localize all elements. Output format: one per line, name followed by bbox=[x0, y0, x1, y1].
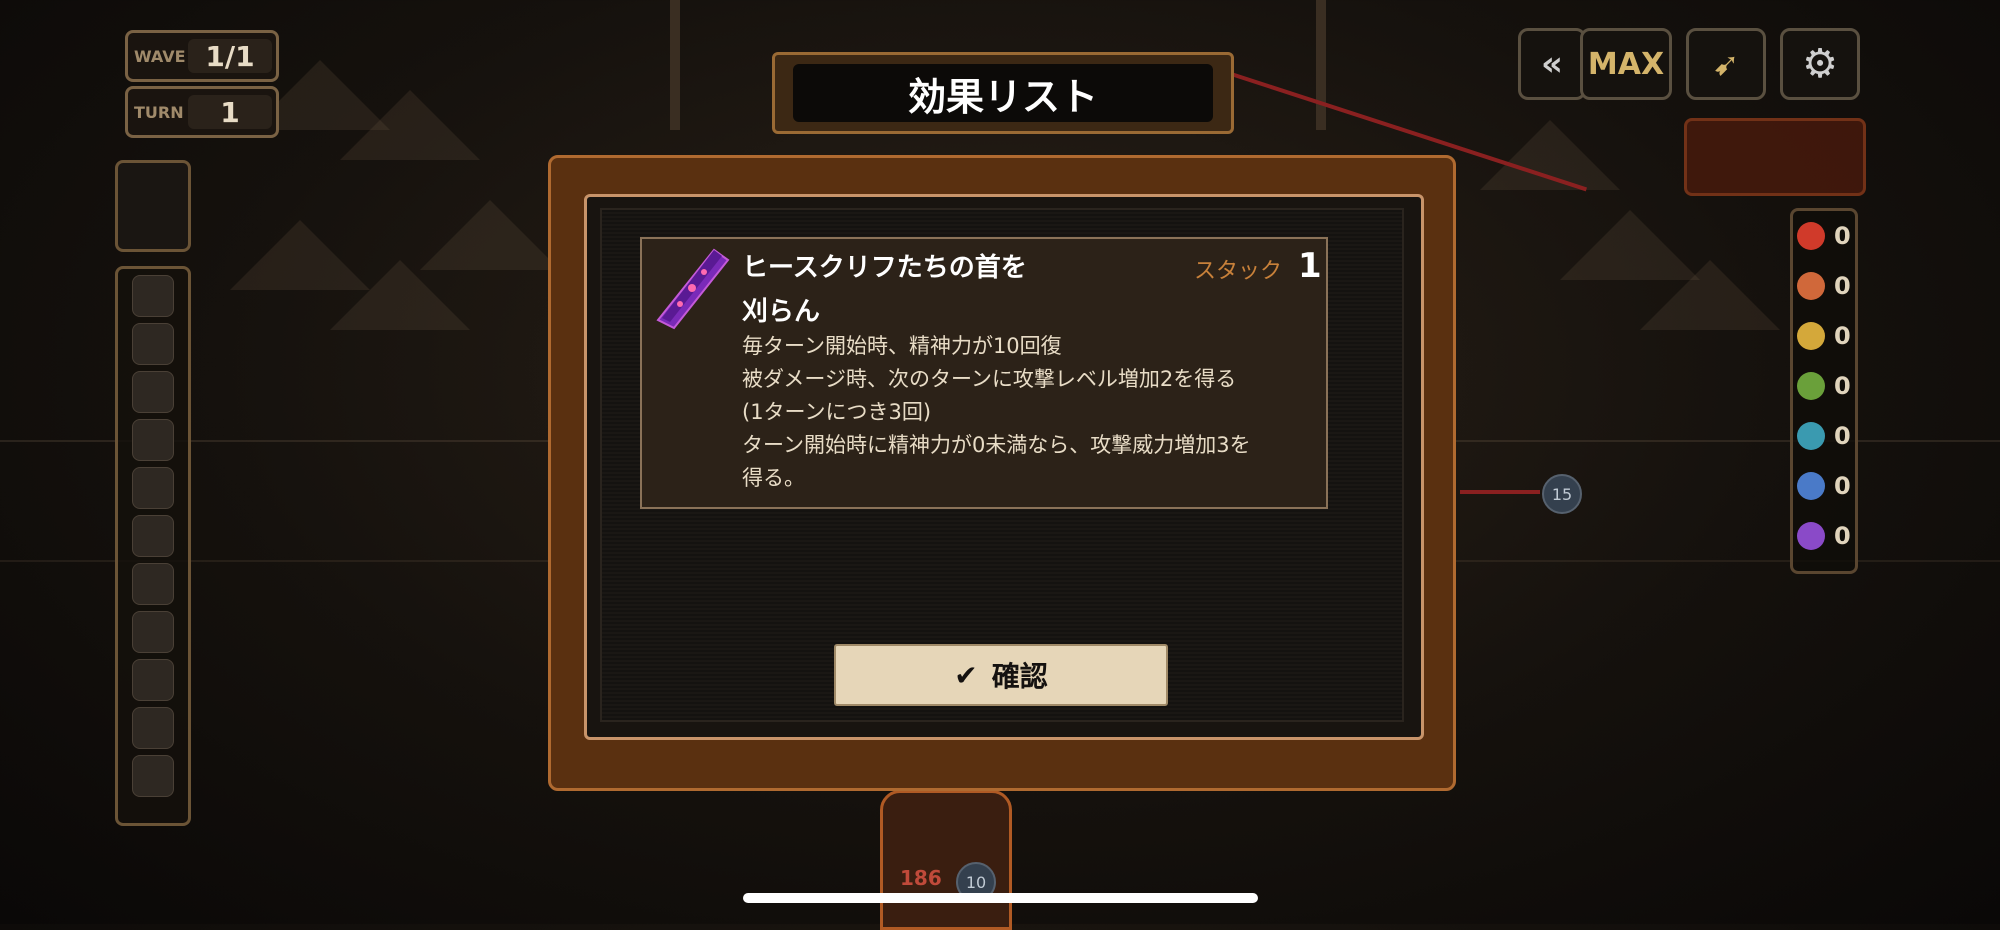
skill-icon[interactable] bbox=[132, 323, 174, 365]
resource-count: 0 bbox=[1833, 522, 1851, 550]
left-skill-rail bbox=[115, 266, 191, 826]
dialog-title: 効果リスト bbox=[793, 64, 1213, 122]
skill-icon[interactable] bbox=[132, 611, 174, 653]
home-indicator[interactable] bbox=[743, 893, 1258, 903]
leaf-icon bbox=[1797, 372, 1826, 400]
flower-icon bbox=[1797, 522, 1826, 550]
gear-icon: ⚙ bbox=[1802, 41, 1838, 87]
double-chevron-left-icon: « bbox=[1541, 44, 1563, 84]
effect-description: 毎ターン開始時、精神力が10回復 被ダメージ時、次のターンに攻撃レベル増加2を得… bbox=[742, 330, 1302, 495]
speed-label: MAX bbox=[1587, 46, 1665, 82]
resource-count: 0 bbox=[1833, 472, 1851, 500]
wave-icon bbox=[1797, 422, 1826, 450]
arrow-burst-icon: ➹ bbox=[1712, 45, 1740, 83]
confirm-button[interactable]: ✔ 確認 bbox=[834, 644, 1168, 706]
confirm-label: 確認 bbox=[991, 660, 1048, 693]
resource-count: 0 bbox=[1833, 322, 1851, 350]
skill-icon[interactable] bbox=[132, 563, 174, 605]
bottom-hp-value: 186 bbox=[900, 866, 942, 890]
resource-count: 0 bbox=[1833, 422, 1851, 450]
flame-icon bbox=[1797, 222, 1826, 250]
turn-value: 1 bbox=[188, 95, 272, 129]
skill-icon[interactable] bbox=[132, 515, 174, 557]
skill-icon[interactable] bbox=[132, 419, 174, 461]
back-button[interactable]: « bbox=[1518, 28, 1586, 100]
resource-row: 0 bbox=[1793, 361, 1855, 411]
skill-icon[interactable] bbox=[132, 371, 174, 413]
resource-row: 0 bbox=[1793, 261, 1855, 311]
wave-value: 1/1 bbox=[188, 39, 272, 73]
resource-row: 0 bbox=[1793, 311, 1855, 361]
cloud-icon bbox=[1797, 322, 1826, 350]
crystal-icon bbox=[1797, 472, 1826, 500]
wave-indicator: WAVE 1/1 bbox=[125, 30, 279, 82]
skill-icon[interactable] bbox=[132, 755, 174, 797]
resource-row: 0 bbox=[1793, 211, 1855, 261]
desc-line: 得る。 bbox=[742, 466, 805, 490]
turn-label: TURN bbox=[134, 102, 184, 122]
chain-icon bbox=[1797, 272, 1826, 300]
skip-button[interactable]: ➹ bbox=[1686, 28, 1766, 100]
resource-count: 0 bbox=[1833, 372, 1851, 400]
stack-label: スタック bbox=[1194, 259, 1283, 284]
skill-icon[interactable] bbox=[132, 467, 174, 509]
speed-max-button[interactable]: MAX bbox=[1580, 28, 1672, 100]
desc-line: 被ダメージ時、次のターンに攻撃レベル増加2を得る bbox=[742, 367, 1237, 391]
desc-line: 毎ターン開始時、精神力が10回復 bbox=[742, 334, 1062, 358]
resource-count: 0 bbox=[1833, 222, 1851, 250]
skill-icon[interactable] bbox=[132, 659, 174, 701]
stack-value: 1 bbox=[1298, 246, 1322, 286]
wave-label: WAVE bbox=[134, 46, 186, 66]
dialog-header: 効果リスト bbox=[772, 52, 1234, 134]
resource-count: 0 bbox=[1833, 272, 1851, 300]
effect-title: ヒースクリフたちの首を刈らん bbox=[742, 253, 1027, 327]
skill-icon[interactable] bbox=[132, 275, 174, 317]
effect-crystal-icon bbox=[656, 248, 730, 330]
speed-badge: 15 bbox=[1542, 474, 1582, 514]
resource-row: 0 bbox=[1793, 461, 1855, 511]
resource-panel: 0 0 0 0 0 0 0 bbox=[1790, 208, 1858, 574]
turn-indicator: TURN 1 bbox=[125, 86, 279, 138]
start-turn-button[interactable] bbox=[1684, 118, 1866, 196]
desc-line: (1ターンにつき3回) bbox=[742, 400, 932, 424]
portrait-slot bbox=[115, 160, 191, 252]
desc-line: ターン開始時に精神力が0未満なら、攻撃威力増加3を bbox=[742, 433, 1251, 457]
checkmark-icon: ✔ bbox=[954, 658, 978, 692]
resource-row: 0 bbox=[1793, 511, 1855, 561]
settings-button[interactable]: ⚙ bbox=[1780, 28, 1860, 100]
resource-row: 0 bbox=[1793, 411, 1855, 461]
bottom-unit-portrait[interactable] bbox=[880, 790, 1012, 930]
skill-icon[interactable] bbox=[132, 707, 174, 749]
